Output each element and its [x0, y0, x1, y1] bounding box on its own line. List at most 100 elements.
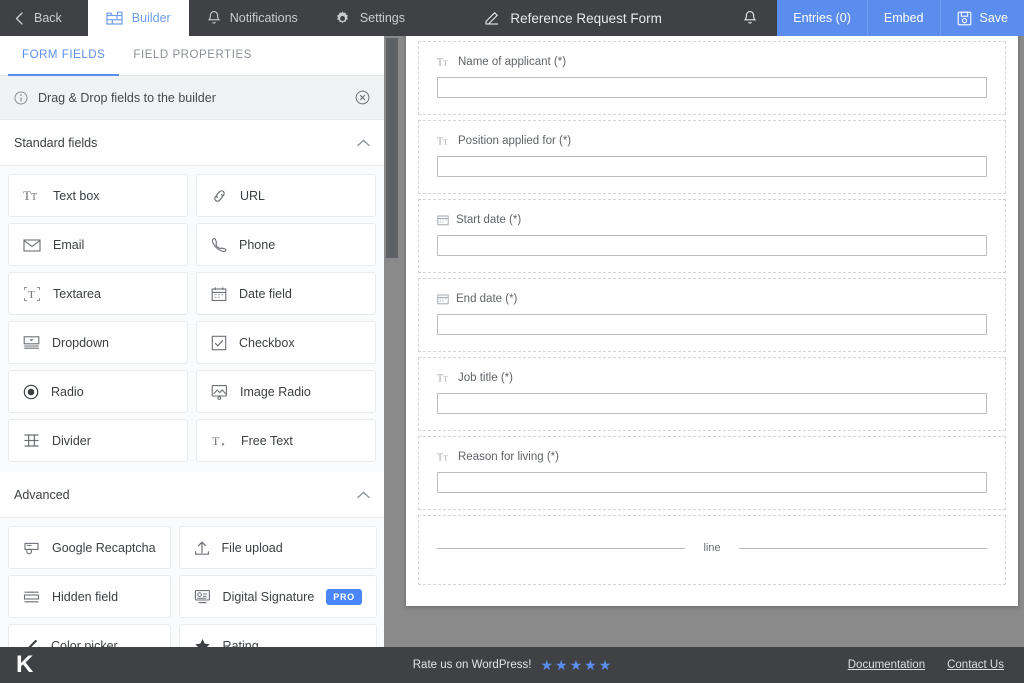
- nav-tab-notifications-label: Notifications: [229, 11, 298, 25]
- start-date-input[interactable]: [437, 235, 987, 256]
- text-box-icon: TT: [23, 188, 41, 204]
- form-block-position-applied-for[interactable]: TT Position applied for (*): [418, 120, 1006, 194]
- nav-tab-builder[interactable]: Builder: [87, 0, 189, 36]
- close-circle-icon[interactable]: [355, 90, 370, 105]
- star-icon[interactable]: ★: [584, 658, 597, 672]
- form-block-end-date[interactable]: End date (*): [418, 278, 1006, 352]
- embed-button[interactable]: Embed: [866, 0, 940, 36]
- floppy-disk-icon: [957, 11, 972, 26]
- svg-text:T: T: [31, 192, 37, 203]
- divider-line-right: [738, 547, 987, 549]
- field-card-label: Rating: [222, 638, 259, 648]
- app-root: Back Builder Notifications Settings Refe…: [0, 0, 1024, 683]
- nav-tab-notifications[interactable]: Notifications: [189, 0, 316, 36]
- svg-text:T: T: [437, 58, 443, 69]
- field-card-email[interactable]: Email: [8, 223, 188, 266]
- field-card-label: Free Text: [241, 433, 293, 448]
- sidebar-scrollbar[interactable]: [384, 36, 400, 647]
- form-block-job-title[interactable]: TT Job title (*): [418, 357, 1006, 431]
- name-of-applicant-input[interactable]: [437, 77, 987, 98]
- star-rating[interactable]: ★ ★ ★ ★ ★: [540, 658, 611, 672]
- link-icon: [211, 188, 228, 204]
- form-block-label-row: Start date (*): [437, 214, 987, 226]
- entries-button[interactable]: Entries (0): [777, 0, 867, 36]
- chevron-up-icon[interactable]: [357, 139, 370, 147]
- section-standard-fields-title: Standard fields: [14, 135, 98, 150]
- section-standard-fields-header[interactable]: Standard fields: [0, 120, 384, 166]
- embed-label: Embed: [883, 11, 924, 25]
- field-card-hidden-field[interactable]: Hidden field: [8, 575, 171, 618]
- section-advanced-header[interactable]: Advanced: [0, 472, 384, 518]
- field-card-label: Email: [53, 237, 85, 252]
- field-card-rating[interactable]: Rating: [178, 624, 377, 648]
- checkbox-icon: [211, 335, 227, 351]
- reason-for-living-input[interactable]: [437, 472, 987, 493]
- svg-text:T: T: [437, 137, 443, 148]
- field-card-file-upload[interactable]: File upload: [178, 526, 377, 569]
- svg-text:T: T: [443, 375, 448, 384]
- field-card-url[interactable]: URL: [196, 174, 376, 217]
- tab-form-fields[interactable]: FORM FIELDS: [8, 36, 120, 76]
- signature-icon: [194, 589, 211, 605]
- form-canvas: TT Name of applicant (*) TT Position app…: [400, 36, 1024, 647]
- form-block-label-row: TT Reason for living (*): [437, 451, 987, 463]
- job-title-input[interactable]: [437, 393, 987, 414]
- entries-label: Entries (0): [793, 11, 851, 25]
- field-card-color-picker[interactable]: Color picker: [8, 624, 171, 647]
- svg-text:T: T: [212, 434, 220, 448]
- star-icon[interactable]: ★: [599, 658, 612, 672]
- field-card-text-box[interactable]: TT Text box: [8, 174, 188, 217]
- sidebar-tabs: FORM FIELDS FIELD PROPERTIES: [0, 36, 384, 76]
- upload-icon: [194, 540, 210, 556]
- save-button[interactable]: Save: [939, 0, 1024, 36]
- calendar-icon: [211, 286, 227, 302]
- form-block-divider[interactable]: line: [418, 515, 1006, 585]
- drag-drop-hint: Drag & Drop fields to the builder: [0, 76, 384, 120]
- info-circle-icon: [14, 91, 28, 105]
- field-card-textarea[interactable]: T Textarea: [8, 272, 188, 315]
- field-card-divider[interactable]: Divider: [8, 419, 188, 462]
- save-label: Save: [979, 11, 1009, 25]
- field-card-label: Digital Signature: [222, 589, 315, 604]
- divider-icon: [23, 433, 40, 448]
- nav-tab-settings[interactable]: Settings: [316, 0, 423, 36]
- form-block-label: End date (*): [456, 293, 518, 305]
- field-card-date-field[interactable]: Date field: [196, 272, 376, 315]
- star-icon[interactable]: ★: [555, 658, 568, 672]
- chevron-up-icon[interactable]: [357, 491, 370, 499]
- field-card-radio[interactable]: Radio: [8, 370, 188, 413]
- advanced-fields-grid: Google Recaptcha File upload Hidden fiel…: [0, 518, 384, 647]
- textarea-icon: T: [23, 286, 41, 302]
- field-card-label: Hidden field: [52, 589, 119, 604]
- field-card-label: Google Recaptcha: [52, 540, 156, 555]
- form-block-reason-for-living[interactable]: TT Reason for living (*): [418, 436, 1006, 510]
- end-date-input[interactable]: [437, 314, 987, 335]
- pencil-icon: [23, 638, 39, 647]
- field-card-digital-signature[interactable]: Digital Signature PRO: [178, 575, 377, 618]
- form-card: TT Name of applicant (*) TT Position app…: [406, 36, 1018, 606]
- notifications-bell-button[interactable]: [723, 0, 777, 36]
- field-card-phone[interactable]: Phone: [196, 223, 376, 266]
- field-card-checkbox[interactable]: Checkbox: [196, 321, 376, 364]
- text-box-icon: TT: [437, 372, 451, 385]
- calendar-icon: [437, 293, 449, 305]
- form-block-label-row: TT Position applied for (*): [437, 135, 987, 147]
- sidebar-scrollbar-thumb[interactable]: [386, 38, 398, 258]
- drag-drop-hint-text: Drag & Drop fields to the builder: [38, 90, 216, 105]
- position-applied-for-input[interactable]: [437, 156, 987, 177]
- back-button[interactable]: Back: [0, 0, 88, 36]
- field-card-dropdown[interactable]: Dropdown: [8, 321, 188, 364]
- sidebar: FORM FIELDS FIELD PROPERTIES Drag & Drop…: [0, 36, 384, 647]
- field-card-image-radio[interactable]: Image Radio: [196, 370, 376, 413]
- form-block-start-date[interactable]: Start date (*): [418, 199, 1006, 273]
- field-card-label: File upload: [221, 540, 283, 555]
- form-block-name-of-applicant[interactable]: TT Name of applicant (*): [418, 41, 1006, 115]
- tab-field-properties-label: FIELD PROPERTIES: [133, 49, 252, 61]
- radio-icon: [23, 384, 39, 400]
- text-box-icon: TT: [437, 451, 451, 464]
- star-icon[interactable]: ★: [570, 658, 583, 672]
- field-card-free-text[interactable]: T Free Text: [196, 419, 376, 462]
- tab-field-properties[interactable]: FIELD PROPERTIES: [119, 36, 266, 76]
- star-icon[interactable]: ★: [540, 658, 553, 672]
- field-card-google-recaptcha[interactable]: Google Recaptcha: [8, 526, 171, 569]
